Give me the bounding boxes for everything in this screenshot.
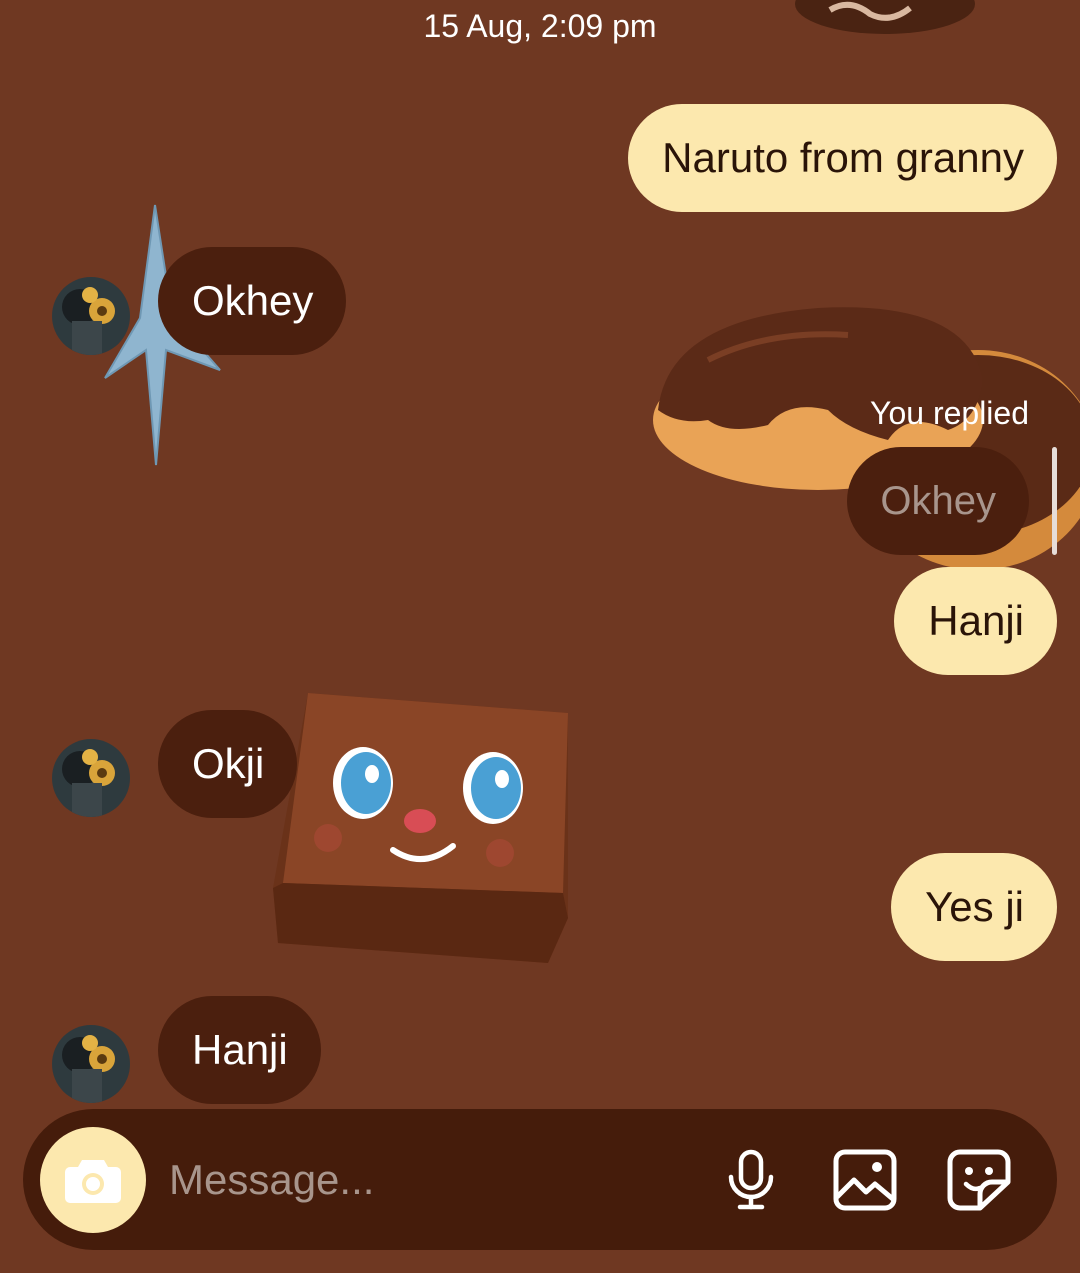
camera-button[interactable] [40,1127,146,1233]
received-message-bubble[interactable]: Hanji [158,996,321,1104]
received-message-bubble[interactable]: Okhey [158,247,347,355]
received-message-bubble[interactable]: Okji [158,710,298,818]
sent-message-bubble[interactable]: Naruto from granny [628,104,1057,212]
message-input[interactable] [169,1131,689,1228]
reply-label: You replied [870,395,1029,431]
gallery-icon [833,1149,897,1211]
reply-indicator-bar [1052,447,1057,555]
gallery-button[interactable] [832,1147,898,1213]
voice-message-button[interactable] [718,1147,784,1213]
contact-avatar[interactable] [52,277,130,355]
microphone-icon [728,1149,774,1210]
camera-icon [65,1160,121,1203]
quoted-message-bubble[interactable]: Okhey [847,447,1029,555]
sent-message-bubble[interactable]: Yes ji [891,853,1057,961]
contact-avatar[interactable] [52,739,130,817]
sent-message-bubble[interactable]: Hanji [894,567,1057,675]
sticker-button[interactable] [946,1147,1012,1213]
message-composer [23,1109,1057,1250]
contact-avatar[interactable] [52,1025,130,1103]
brownie-sticker [273,693,568,963]
sticker-icon [947,1149,1011,1211]
conversation-timestamp: 15 Aug, 2:09 pm [423,8,657,44]
